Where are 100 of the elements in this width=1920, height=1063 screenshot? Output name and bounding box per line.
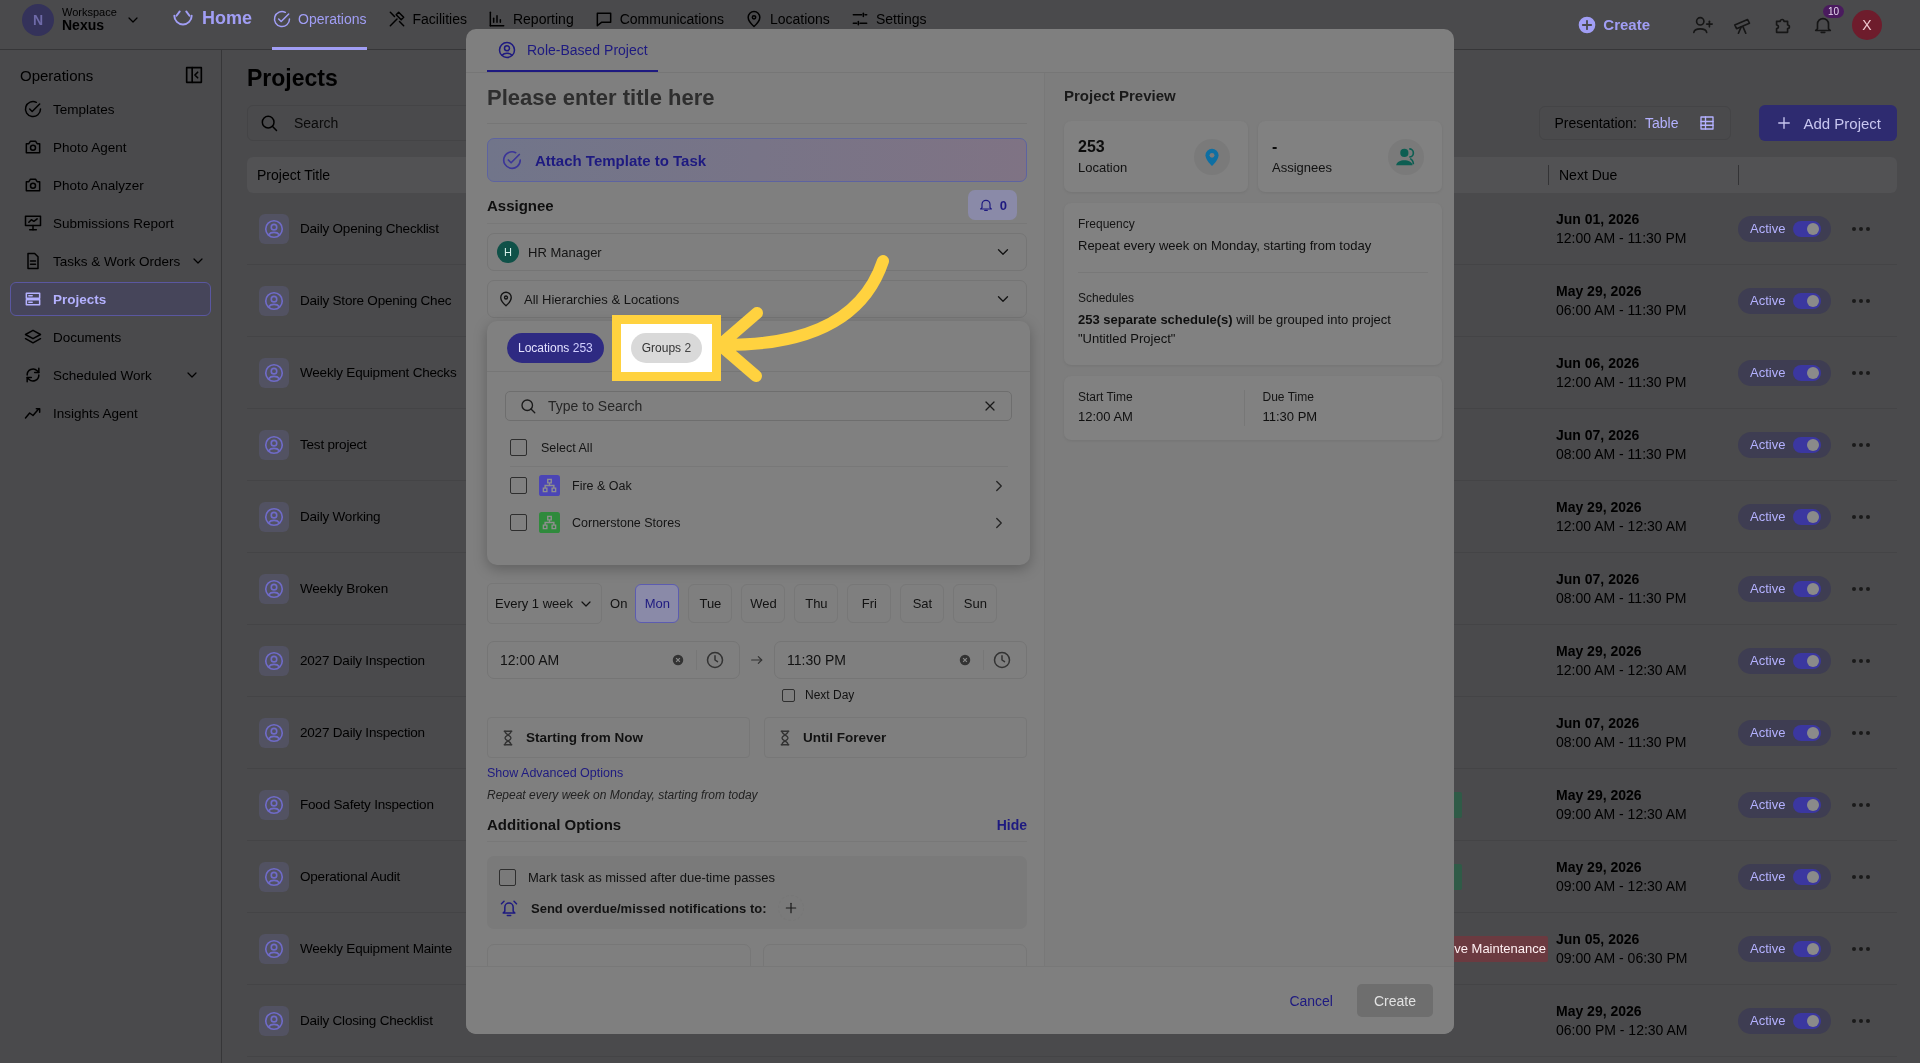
sidebar-item[interactable]: Scheduled Work <box>10 358 211 392</box>
weekday-button[interactable]: Mon <box>635 584 680 623</box>
active-toggle[interactable] <box>1793 508 1822 525</box>
due-time-range: 06:00 AM - 11:30 PM <box>1556 300 1688 320</box>
project-title[interactable]: Operational Audit <box>300 869 401 884</box>
workspace-avatar[interactable]: N <box>22 4 54 36</box>
more-options-icon[interactable] <box>1851 513 1872 520</box>
sidebar-item[interactable]: Photo Analyzer <box>10 168 211 202</box>
checkbox[interactable] <box>782 688 795 702</box>
clear-icon[interactable] <box>959 654 971 666</box>
clear-icon[interactable] <box>672 654 684 666</box>
active-toggle[interactable] <box>1793 220 1822 237</box>
active-toggle[interactable] <box>1793 292 1822 309</box>
end-time-field[interactable]: 11:30 PM <box>774 641 1027 679</box>
nav-tab[interactable]: Facilities <box>386 0 467 50</box>
project-title[interactable]: Daily Opening Checklist <box>300 221 439 236</box>
project-title[interactable]: Daily Closing Checklist <box>300 1013 433 1028</box>
checkbox[interactable] <box>499 868 516 886</box>
project-title[interactable]: Weekly Equipment Mainte <box>300 941 452 956</box>
missed-option-label[interactable]: Mark task as missed after due-time passes <box>528 869 776 885</box>
column-header[interactable]: Next Due <box>1548 165 1738 185</box>
clock-icon[interactable] <box>696 650 725 670</box>
nav-tab[interactable]: Operations <box>272 0 367 50</box>
clock-icon[interactable] <box>983 650 1012 670</box>
group-name[interactable]: Cornerstone Stores <box>572 515 978 530</box>
weekday-button[interactable]: Tue <box>688 584 733 623</box>
more-options-icon[interactable] <box>1851 729 1872 736</box>
more-options-icon[interactable] <box>1851 585 1872 592</box>
sidebar-item[interactable]: Templates <box>10 92 211 126</box>
sidebar-item[interactable]: Photo Agent <box>10 130 211 164</box>
sidebar-item[interactable]: Projects <box>10 282 211 316</box>
picker-tab[interactable]: Groups 2 <box>630 333 703 363</box>
weekday-button[interactable]: Fri <box>847 584 892 623</box>
active-toggle[interactable] <box>1793 364 1822 381</box>
sidebar-item[interactable]: Documents <box>10 320 211 354</box>
active-toggle[interactable] <box>1793 724 1822 741</box>
picker-search-field[interactable]: Type to Search <box>505 391 1012 421</box>
notify-count-button[interactable]: 0 <box>967 190 1017 220</box>
project-title[interactable]: Daily Store Opening Chec <box>300 293 452 308</box>
more-options-icon[interactable] <box>1851 297 1872 304</box>
select-all-label[interactable]: Select All <box>541 440 593 455</box>
weekday-button[interactable]: Sat <box>900 584 945 623</box>
nav-tab[interactable]: Settings <box>849 0 927 50</box>
more-options-icon[interactable] <box>1851 225 1872 232</box>
weekday-button[interactable]: Thu <box>794 584 839 623</box>
project-title[interactable]: 2027 Daily Inspection <box>300 653 425 668</box>
more-options-icon[interactable] <box>1851 873 1872 880</box>
checkbox[interactable] <box>510 514 527 531</box>
active-toggle[interactable] <box>1793 436 1822 453</box>
add-project-button[interactable]: Add Project <box>1759 105 1897 141</box>
assignee-select[interactable]: H HR Manager <box>487 233 1027 271</box>
attach-template-button[interactable]: Attach Template to Task <box>487 138 1027 182</box>
user-avatar[interactable]: X <box>1852 9 1882 40</box>
sidebar-item[interactable]: Submissions Report <box>10 206 211 240</box>
nav-tab[interactable]: Home <box>170 0 252 50</box>
checkbox[interactable] <box>510 439 527 456</box>
project-title[interactable]: Food Safety Inspection <box>300 797 434 812</box>
view-select[interactable]: Presentation: Table <box>1539 106 1732 140</box>
project-title[interactable]: Test project <box>300 437 367 452</box>
active-toggle[interactable] <box>1793 868 1822 885</box>
start-date-field[interactable]: Starting from Now <box>487 717 750 758</box>
next-day-label[interactable]: Next Day <box>805 688 855 702</box>
time-label: Due Time <box>1262 389 1315 404</box>
active-toggle[interactable] <box>1793 1012 1822 1029</box>
dialog-tab[interactable]: Role-Based Project <box>487 29 658 72</box>
active-toggle[interactable] <box>1793 580 1822 597</box>
more-options-icon[interactable] <box>1851 369 1872 376</box>
sidebar-item[interactable]: Insights Agent <box>10 396 211 430</box>
project-title[interactable]: Daily Working <box>300 509 381 524</box>
more-options-icon[interactable] <box>1851 1017 1872 1024</box>
workspace-name[interactable]: Nexus <box>62 18 117 34</box>
start-time-field[interactable]: 12:00 AM <box>487 641 740 679</box>
project-title[interactable]: Weekly Broken <box>300 581 388 596</box>
weekday-button[interactable]: Sun <box>953 584 998 623</box>
due-time-range: 08:00 AM - 11:30 PM <box>1556 444 1688 464</box>
notification-count-badge: 10 <box>1823 4 1845 18</box>
title-field[interactable]: Please enter title here <box>487 73 1027 124</box>
due-time-range: 09:00 AM - 12:30 AM <box>1556 876 1688 896</box>
end-date-field[interactable]: Until Forever <box>764 717 1027 758</box>
sidebar-item[interactable]: Tasks & Work Orders <box>10 244 211 278</box>
more-options-icon[interactable] <box>1851 657 1872 664</box>
interval-select[interactable]: Every 1 week <box>487 583 603 624</box>
collapse-sidebar-icon[interactable] <box>183 64 205 86</box>
weekday-button[interactable]: Wed <box>741 584 786 623</box>
active-toggle[interactable] <box>1793 796 1822 813</box>
group-name[interactable]: Fire & Oak <box>572 478 978 493</box>
picker-tab[interactable]: Locations 253 <box>507 333 604 363</box>
active-toggle[interactable] <box>1793 652 1822 669</box>
active-toggle[interactable] <box>1793 940 1822 957</box>
advanced-options-link[interactable]: Show Advanced Options <box>487 766 624 780</box>
hide-link[interactable]: Hide <box>996 816 1027 833</box>
more-options-icon[interactable] <box>1851 945 1872 952</box>
more-options-icon[interactable] <box>1851 441 1872 448</box>
project-title[interactable]: 2027 Daily Inspection <box>300 725 425 740</box>
nav-tab[interactable]: Locations <box>743 0 830 50</box>
checkbox[interactable] <box>510 477 527 494</box>
create-button[interactable]: Create <box>1571 13 1656 36</box>
more-options-icon[interactable] <box>1851 801 1872 808</box>
cancel-button[interactable]: Cancel <box>1289 992 1333 1009</box>
project-title[interactable]: Weekly Equipment Checks <box>300 365 457 380</box>
